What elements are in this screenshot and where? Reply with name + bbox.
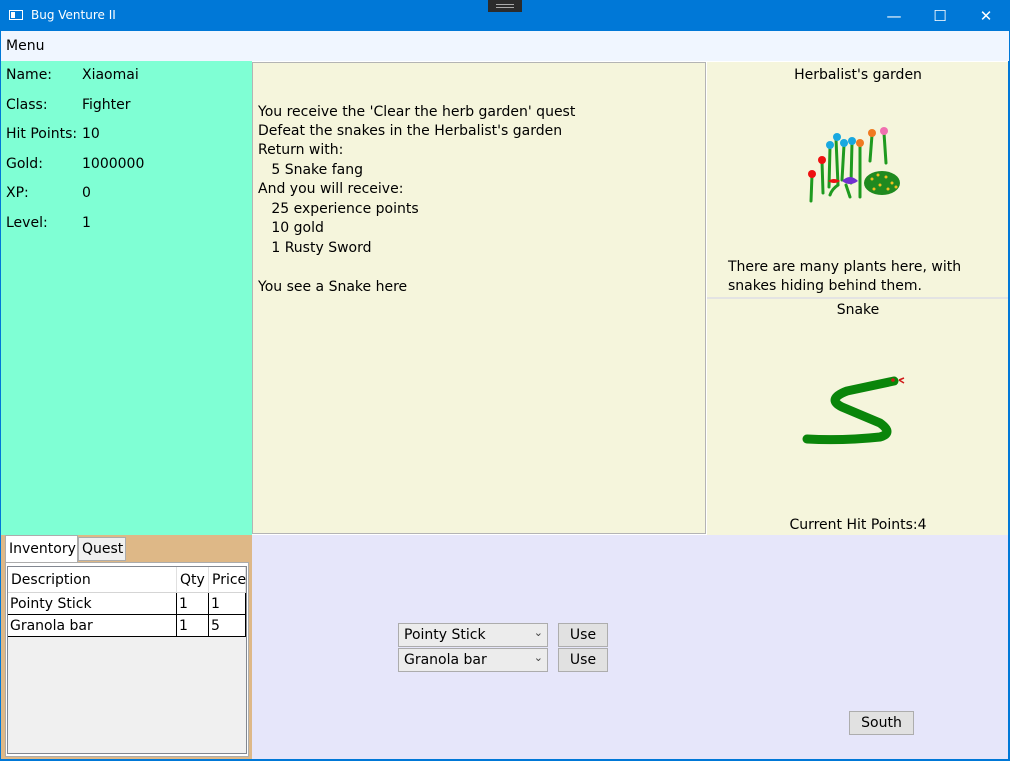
message-line: And you will receive: [258, 181, 404, 197]
message-line: You see a Snake here [258, 279, 408, 295]
consumable-select-value: Granola bar [404, 652, 487, 668]
stat-value-hit-points: 10 [82, 126, 100, 142]
message-line: You receive the 'Clear the herb garden' … [258, 104, 576, 120]
close-button[interactable]: ✕ [963, 0, 1009, 31]
menu-item-menu[interactable]: Menu [6, 38, 44, 54]
minimize-button[interactable]: — [871, 0, 917, 31]
garden-plants-image [808, 127, 900, 203]
message-line: 25 experience points [258, 201, 419, 217]
stat-value-name: Xiaomai [82, 67, 139, 83]
stat-value-gold: 1000000 [82, 156, 145, 172]
message-log[interactable]: You receive the 'Clear the herb garden' … [252, 62, 706, 534]
table-cell-description[interactable]: Pointy Stick [8, 593, 177, 615]
inventory-table[interactable]: Description Qty Price Pointy Stick 1 1 G… [7, 566, 247, 754]
location-name: Herbalist's garden [794, 67, 922, 83]
weapon-select[interactable]: Pointy Stick ⌄ [398, 623, 548, 647]
stat-label: Hit Points: [6, 126, 78, 142]
stat-label: XP: [6, 185, 29, 201]
location-description: There are many plants here, with snakes … [728, 259, 962, 294]
table-cell-qty[interactable]: 1 [177, 615, 209, 637]
monster-name: Snake [836, 302, 880, 318]
inventory-quest-panel: Inventory Quest Description Qty Price Po… [0, 535, 252, 761]
use-consumable-button[interactable]: Use [558, 648, 608, 672]
tab-quest[interactable]: Quest [78, 537, 126, 561]
monster-hit-points: Current Hit Points:4 [789, 517, 927, 533]
window-drag-grip[interactable] [488, 0, 522, 12]
window-title: Bug Venture II [31, 8, 116, 22]
stat-value-level: 1 [82, 215, 91, 231]
stat-value-class: Fighter [82, 97, 131, 113]
action-panel: Pointy Stick ⌄ Use Granola bar ⌄ Use Sou… [252, 535, 1009, 760]
stat-label: Name: [6, 67, 53, 83]
message-line: 10 gold [258, 220, 324, 236]
inventory-tab-panel: Description Qty Price Pointy Stick 1 1 G… [5, 562, 249, 757]
menu-bar: Menu [0, 31, 1010, 61]
table-cell-price[interactable]: 1 [209, 593, 246, 615]
monster-panel: Snake Current Hit Points:4 [707, 299, 1009, 535]
move-south-button[interactable]: South [849, 711, 914, 735]
column-header-qty[interactable]: Qty [177, 567, 209, 593]
use-weapon-button[interactable]: Use [558, 623, 608, 647]
stat-label: Level: [6, 215, 48, 231]
column-header-price[interactable]: Price [209, 567, 246, 593]
message-line: Return with: [258, 142, 344, 158]
player-stats-panel: Name: Xiaomai Class: Fighter Hit Points:… [0, 61, 252, 535]
message-line: 5 Snake fang [258, 162, 363, 178]
message-line: Defeat the snakes in the Herbalist's gar… [258, 123, 563, 139]
chevron-down-icon: ⌄ [533, 651, 543, 664]
stat-label: Class: [6, 97, 48, 113]
location-panel: Herbalist's garden There are many plants… [707, 62, 1009, 297]
stat-label: Gold: [6, 156, 43, 172]
tab-inventory[interactable]: Inventory [5, 535, 78, 562]
consumable-select[interactable]: Granola bar ⌄ [398, 648, 548, 672]
column-header-description[interactable]: Description [8, 567, 177, 593]
message-line: 1 Rusty Sword [258, 240, 372, 256]
title-bar: Bug Venture II — ☐ ✕ [0, 0, 1010, 31]
maximize-button[interactable]: ☐ [917, 0, 963, 31]
stat-value-xp: 0 [82, 185, 91, 201]
weapon-select-value: Pointy Stick [404, 627, 486, 643]
chevron-down-icon: ⌄ [533, 626, 543, 639]
app-window-icon [9, 10, 23, 20]
table-cell-description[interactable]: Granola bar [8, 615, 177, 637]
table-cell-qty[interactable]: 1 [177, 593, 209, 615]
table-cell-price[interactable]: 5 [209, 615, 246, 637]
snake-image [802, 376, 905, 445]
